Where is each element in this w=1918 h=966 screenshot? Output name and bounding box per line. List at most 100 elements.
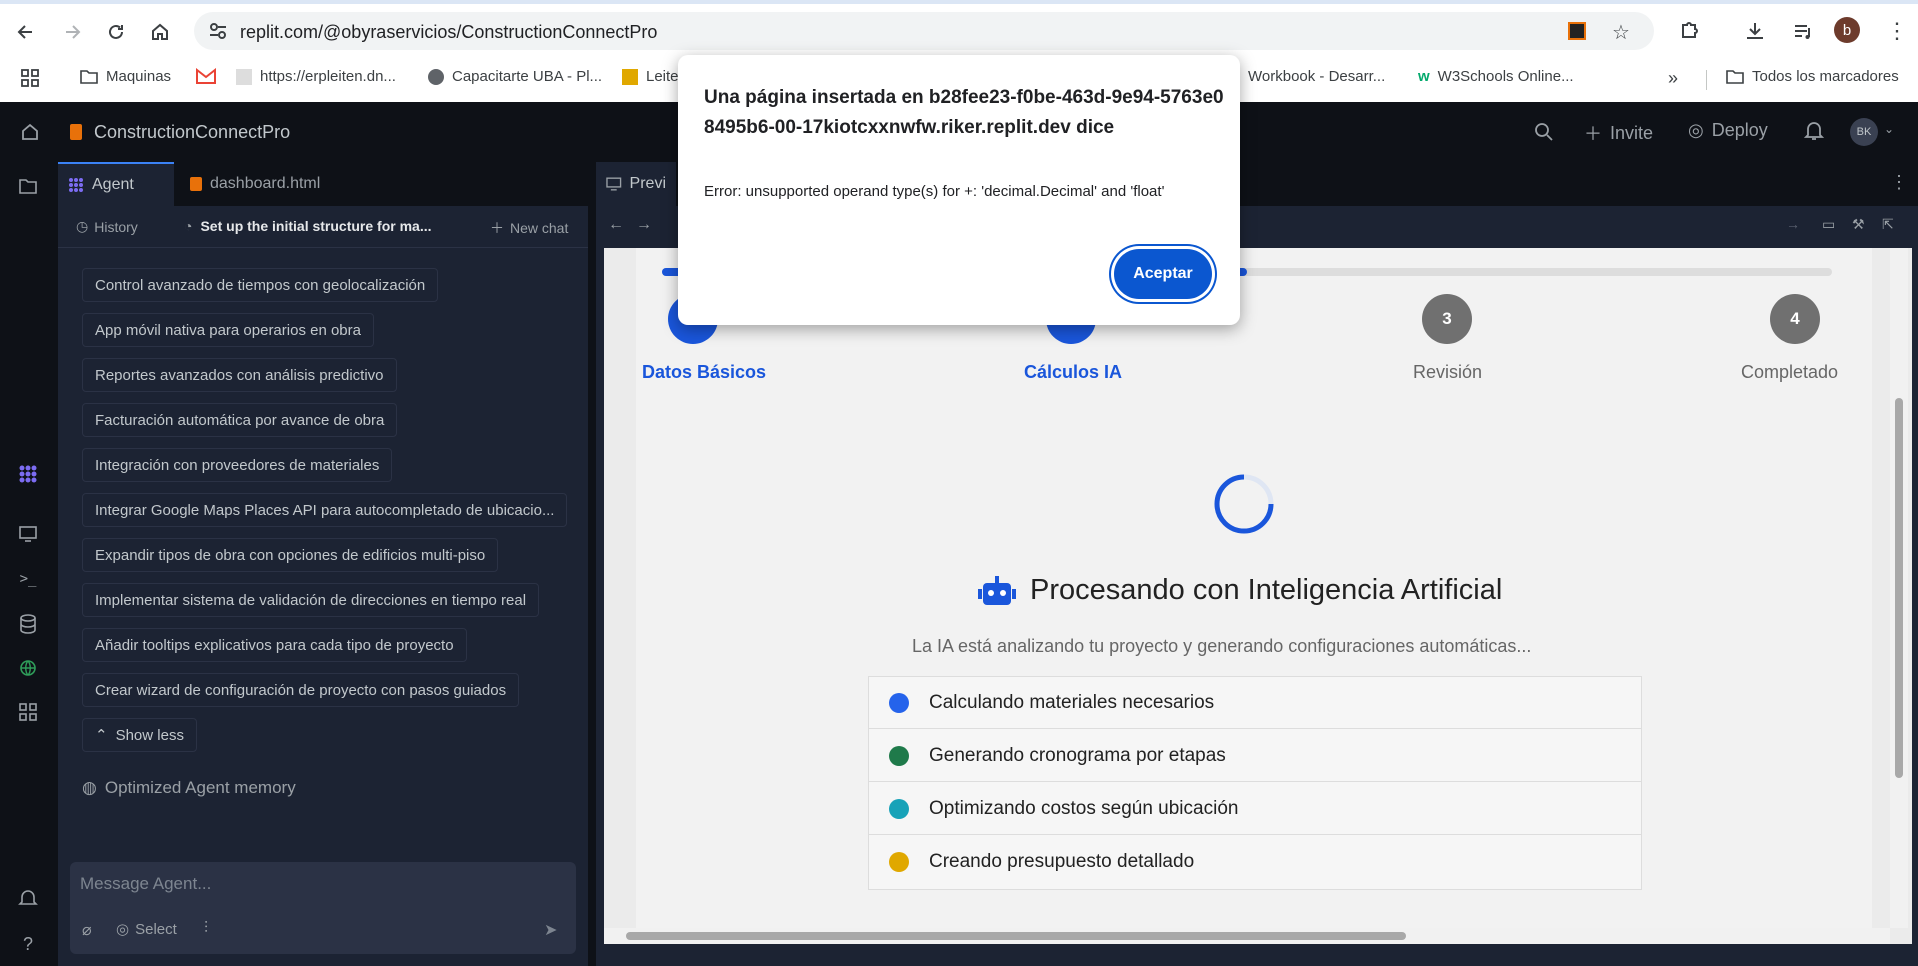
replit-home-icon[interactable] bbox=[20, 122, 40, 147]
target-icon: ◎ bbox=[116, 921, 130, 938]
bookmark-w3schools[interactable]: w W3Schools Online... bbox=[1418, 68, 1574, 85]
extension-icon[interactable] bbox=[1568, 22, 1586, 40]
suggestion-chip[interactable]: Crear wizard de configuración de proyect… bbox=[82, 673, 520, 707]
plus-icon: ＋ bbox=[490, 220, 504, 236]
history-button[interactable]: ◷ History bbox=[76, 218, 138, 235]
notifications-bell-icon[interactable] bbox=[1803, 120, 1825, 147]
all-bookmarks-folder[interactable]: Todos los marcadores bbox=[1726, 68, 1899, 85]
back-arrow-icon[interactable] bbox=[12, 18, 40, 46]
browser-menu-icon[interactable]: ⋮ bbox=[1886, 18, 1908, 44]
message-composer: Message Agent... ⌀ ◎ Select ⫶ ➤ bbox=[70, 862, 576, 954]
bookmark-star-icon[interactable]: ☆ bbox=[1612, 20, 1630, 45]
database-icon[interactable] bbox=[16, 612, 40, 636]
preview-forward-icon[interactable]: → bbox=[636, 216, 652, 234]
wizard-card: 1 Datos Básicos 2 Cálculos IA 3 Revisión… bbox=[636, 248, 1872, 944]
home-icon[interactable] bbox=[146, 18, 174, 46]
bookmark-erpleiten[interactable]: https://erpleiten.dn... bbox=[236, 68, 396, 85]
step-label: Revisión bbox=[1413, 362, 1483, 382]
preview-back-icon[interactable]: ← bbox=[608, 216, 624, 234]
all-tools-grid-icon[interactable] bbox=[16, 700, 40, 724]
suggestion-chip[interactable]: Expandir tipos de obra con opciones de e… bbox=[82, 538, 499, 572]
accept-button[interactable]: Aceptar bbox=[1114, 249, 1212, 299]
task-row: Optimizando costos según ubicación bbox=[869, 783, 1641, 835]
vertical-scrollbar[interactable] bbox=[1890, 248, 1908, 928]
agent-pane: Agent dashboard.html ◷ History ◔ Set up … bbox=[58, 162, 588, 966]
task-row: Calculando materiales necesarios bbox=[869, 677, 1641, 729]
globe-icon bbox=[428, 68, 444, 85]
horizontal-scrollbar[interactable] bbox=[604, 928, 1890, 944]
html-file-icon bbox=[190, 177, 202, 191]
devices-icon[interactable]: ▭ bbox=[1822, 216, 1835, 233]
help-icon[interactable]: ? bbox=[16, 932, 40, 956]
select-element-button[interactable]: ◎ Select bbox=[116, 920, 177, 939]
suggestion-chip[interactable]: Control avanzado de tiempos con geolocal… bbox=[82, 268, 439, 302]
folder-icon bbox=[1726, 69, 1744, 84]
bookmark-capacitarte[interactable]: Capacitarte UBA - Pl... bbox=[428, 68, 602, 85]
scrollbar-thumb[interactable] bbox=[1895, 398, 1903, 778]
paperclip-icon[interactable]: ⌀ bbox=[82, 920, 92, 940]
alert-dialog: Una página insertada en b28fee23-f0be-46… bbox=[678, 55, 1240, 325]
gmail-icon[interactable] bbox=[196, 68, 216, 84]
notification-alert-icon[interactable] bbox=[16, 886, 40, 910]
message-input[interactable]: Message Agent... bbox=[70, 862, 576, 906]
robot-icon bbox=[978, 575, 1016, 605]
status-dot bbox=[889, 745, 909, 766]
extensions-puzzle-icon[interactable] bbox=[1678, 18, 1702, 47]
shell-icon[interactable]: >_ bbox=[16, 567, 40, 591]
task-list: Calculando materiales necesarios Generan… bbox=[868, 676, 1642, 890]
scrollbar-thumb[interactable] bbox=[626, 932, 1406, 940]
step-label: Cálculos IA bbox=[1024, 362, 1123, 382]
add-user-icon: ＋ bbox=[1584, 124, 1602, 144]
files-icon[interactable] bbox=[16, 174, 40, 198]
url-text[interactable]: replit.com/@obyraservicios/ConstructionC… bbox=[240, 22, 657, 43]
show-less-button[interactable]: ⌃ Show less bbox=[82, 718, 197, 752]
tab-dashboard-html[interactable]: dashboard.html bbox=[180, 162, 330, 206]
suggestion-chip[interactable]: Implementar sistema de validación de dir… bbox=[82, 583, 540, 617]
bookmark-workbook[interactable]: Workbook - Desarr... bbox=[1230, 68, 1385, 85]
settings-sliders-icon[interactable]: ⫶ bbox=[204, 920, 208, 938]
download-icon[interactable] bbox=[1744, 20, 1766, 47]
globe-icon[interactable] bbox=[16, 656, 40, 680]
suggestion-chip[interactable]: Reportes avanzados con análisis predicti… bbox=[82, 358, 397, 392]
pane-menu-icon[interactable]: ⋮ bbox=[1890, 172, 1908, 193]
address-bar[interactable]: replit.com/@obyraservicios/ConstructionC… bbox=[194, 12, 1654, 50]
profile-avatar[interactable]: b bbox=[1834, 17, 1860, 43]
devtools-wrench-icon[interactable]: ⚒ bbox=[1852, 216, 1865, 233]
chevron-down-icon[interactable]: ⌄ bbox=[1884, 122, 1894, 136]
agent-icon bbox=[69, 178, 83, 192]
reload-icon[interactable] bbox=[102, 18, 130, 46]
current-chat-title[interactable]: ◔ Set up the initial structure for ma... bbox=[184, 218, 432, 234]
send-icon[interactable]: ➤ bbox=[544, 920, 557, 940]
media-queue-icon[interactable] bbox=[1792, 20, 1814, 47]
history-icon: ◷ bbox=[76, 218, 89, 234]
invite-button[interactable]: ＋ Invite bbox=[1584, 120, 1653, 146]
page-icon bbox=[236, 68, 252, 85]
dialog-title: Una página insertada en b28fee23-f0be-46… bbox=[704, 87, 1224, 138]
open-new-tab-icon[interactable]: ⇱ bbox=[1882, 216, 1894, 233]
project-name[interactable]: ConstructionConnectPro bbox=[94, 122, 290, 143]
forward-arrow-icon[interactable] bbox=[58, 18, 86, 46]
preview-monitor-icon[interactable] bbox=[16, 522, 40, 546]
new-chat-button[interactable]: ＋ New chat bbox=[490, 218, 568, 238]
agent-rail-icon[interactable] bbox=[16, 462, 40, 486]
suggestion-chip[interactable]: App móvil nativa para operarios en obra bbox=[82, 313, 374, 347]
apps-grid-icon[interactable] bbox=[20, 68, 40, 88]
bookmark-leite[interactable]: Leite bbox=[622, 68, 679, 85]
suggestion-chip[interactable]: Añadir tooltips explicativos para cada t… bbox=[82, 628, 467, 662]
search-icon[interactable] bbox=[1534, 122, 1554, 147]
deploy-button[interactable]: ◎ Deploy bbox=[1688, 120, 1768, 141]
suggestion-chip[interactable]: Integrar Google Maps Places API para aut… bbox=[82, 493, 568, 527]
suggestion-chip[interactable]: Facturación automática por avance de obr… bbox=[82, 403, 398, 437]
gauge-icon: ◔ bbox=[184, 218, 193, 234]
tab-agent[interactable]: Agent bbox=[58, 162, 174, 206]
bookmark-maquinas[interactable]: Maquinas bbox=[80, 68, 171, 85]
agent-memory-status: ◍ Optimized Agent memory bbox=[82, 778, 296, 797]
tab-strip bbox=[0, 0, 1918, 4]
open-arrow-icon[interactable]: → bbox=[1786, 216, 1800, 232]
user-avatar[interactable]: BK bbox=[1850, 118, 1878, 146]
task-row: Generando cronograma por etapas bbox=[869, 730, 1641, 782]
bookmarks-overflow-button[interactable]: » bbox=[1668, 68, 1678, 89]
suggestion-chip[interactable]: Integración con proveedores de materiale… bbox=[82, 448, 393, 482]
site-info-icon[interactable] bbox=[208, 22, 228, 40]
tab-preview[interactable]: Previ bbox=[596, 162, 676, 206]
